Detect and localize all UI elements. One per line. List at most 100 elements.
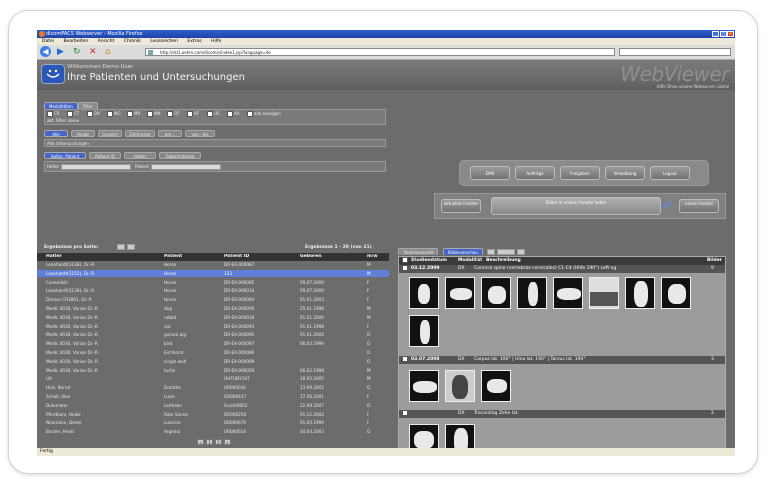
modality-mr[interactable]: MR xyxy=(127,111,140,117)
forward-arrow-icon[interactable]: ▶ xyxy=(57,47,64,57)
date-on-button[interactable]: am... xyxy=(158,130,182,137)
modality-ct[interactable]: CT xyxy=(67,111,79,117)
table-row[interactable]: Leonhardt(3138), Dr.-R. Horse DR-EX-000087… xyxy=(37,261,389,268)
address-bar[interactable]: http://dsl1.oehm.com/dicom/s/index1.jsp?… xyxy=(145,48,615,56)
administration-button[interactable]: Verwaltung xyxy=(605,166,645,180)
checkbox-us[interactable] xyxy=(207,111,213,117)
xray-thumbnail[interactable] xyxy=(409,277,439,309)
xray-thumbnail[interactable] xyxy=(625,277,655,309)
owner-input[interactable] xyxy=(61,164,131,170)
pager-page-2[interactable]: 2 xyxy=(215,439,222,445)
menu-chronik[interactable]: Chronik xyxy=(124,39,141,44)
orders-button[interactable]: Aufträge xyxy=(515,166,555,180)
date-today-button[interactable]: Heute xyxy=(71,130,95,137)
swap-arrows-icon[interactable]: ⇄ xyxy=(663,200,671,211)
col-patient-id[interactable]: Patient ID xyxy=(224,254,249,259)
col-modality[interactable]: Modalität xyxy=(458,257,482,265)
table-row[interactable]: Medic 4030, Varian Dr.-R. Eichhorst DR-EX-… xyxy=(37,349,389,356)
modality-ot[interactable]: OT xyxy=(167,111,180,117)
checkbox-xa[interactable] xyxy=(227,111,233,117)
checkbox-dx[interactable] xyxy=(87,111,93,117)
emr-button[interactable]: EMR xyxy=(470,166,510,180)
preview-size-large[interactable] xyxy=(517,249,525,255)
table-row[interactable]: UA OHTUNY107 18.05.2005 M xyxy=(37,375,389,382)
current-window-button[interactable]: aktuelles Fenster xyxy=(441,199,481,213)
xray-thumbnail[interactable] xyxy=(553,277,583,309)
menu-datei[interactable]: Datei xyxy=(42,39,54,44)
table-row[interactable]: Medic 4030, Varian Dr.-R. rabbit DR-EX-000… xyxy=(37,314,389,321)
search-tab-birthdate[interactable]: Geburtsdatum xyxy=(159,152,201,159)
load-images-button[interactable]: Bilder in neuem Fenster laden xyxy=(491,197,661,215)
col-images[interactable]: Bilder xyxy=(707,257,722,265)
modality-cr[interactable]: CR xyxy=(47,111,60,117)
menu-hilfe[interactable]: Hilfe xyxy=(211,39,221,44)
xray-thumbnail[interactable] xyxy=(661,277,691,309)
col-study-date[interactable]: Studiendatum xyxy=(411,257,447,265)
xray-thumbnail[interactable] xyxy=(409,370,439,402)
modality-xa[interactable]: XA xyxy=(227,111,239,117)
tab-filter[interactable]: Filter xyxy=(78,102,98,109)
tab-modalities[interactable]: Modalitäten xyxy=(44,102,78,109)
study-row[interactable]: DX Trocanting Zehe lat. 2 xyxy=(399,410,725,418)
xray-thumbnail[interactable] xyxy=(409,315,439,347)
search-tab-owner-patient[interactable]: Halter, Patient xyxy=(44,152,86,159)
menu-lesezeichen[interactable]: Lesezeichen xyxy=(150,39,178,44)
checkbox-nm[interactable] xyxy=(147,111,153,117)
study-row[interactable]: 03.12.2009 DX Carvical spine (vertebrae … xyxy=(399,265,725,273)
col-owner[interactable]: Halter xyxy=(46,254,62,259)
releases-button[interactable]: Freigaben xyxy=(560,166,600,180)
reload-icon[interactable]: ↻ xyxy=(73,47,81,57)
results-per-page-go[interactable] xyxy=(127,244,135,250)
table-row[interactable]: Medic 4030, Varian Dr.-R. guinea pig DR-EX… xyxy=(37,331,389,338)
table-row[interactable]: Cavendish Horse DR-EX-000085 09.07.2000 F xyxy=(37,279,389,286)
stop-icon[interactable]: ✕ xyxy=(89,47,97,57)
back-arrow-icon[interactable]: ◀ xyxy=(40,46,51,57)
col-sex[interactable]: m/w xyxy=(367,254,378,259)
preview-size-slider[interactable] xyxy=(497,249,515,255)
modality-dx[interactable]: DX xyxy=(87,111,100,117)
patient-input[interactable] xyxy=(151,164,221,170)
table-row[interactable]: Medic 4030, Varian Dr.-R. turtle DR-EX-000… xyxy=(37,367,389,374)
xray-thumbnail[interactable] xyxy=(517,277,547,309)
checkbox-ct[interactable] xyxy=(67,111,73,117)
xray-thumbnail[interactable] xyxy=(445,277,475,309)
table-row[interactable]: Becker, Heidi Argelna UR000614 04.04.2003 O xyxy=(37,428,389,435)
table-row[interactable]: Leonhardt(3152), Dr.-R. Horse 123 M xyxy=(37,269,389,277)
table-row[interactable]: Medic 4030, Varian Dr.-R. cat DR-EX-000093… xyxy=(37,323,389,330)
tab-image-preview[interactable]: Bildervorschau xyxy=(443,248,483,255)
modality-rf[interactable]: RF xyxy=(187,111,199,117)
table-row[interactable]: Decaro CR3801, Dr.-R. Horse DR-EX-000084 01… xyxy=(37,296,389,303)
date-all-button[interactable]: Alle xyxy=(44,130,68,137)
search-tab-patient-id[interactable]: Patient ID xyxy=(89,152,121,159)
xray-thumbnail[interactable] xyxy=(481,370,511,402)
maximize-button[interactable]: □ xyxy=(720,31,727,37)
brand-subtitle[interactable]: Hilfe Ohne unsere Webserver Lizenz xyxy=(657,84,729,89)
table-row[interactable]: Neumann, Dieter Luzerne UR000679 01.05.1999… xyxy=(37,419,389,426)
modality-us[interactable]: US xyxy=(207,111,219,117)
modality-nm[interactable]: NM xyxy=(147,111,160,117)
checkbox-ot[interactable] xyxy=(167,111,173,117)
preview-size-small[interactable] xyxy=(487,249,495,255)
checkbox-rf[interactable] xyxy=(187,111,193,117)
pager-next[interactable]: » xyxy=(224,439,231,445)
table-row[interactable]: Scholl, Alex Luise GR000437 17.06.2001 F xyxy=(37,393,389,400)
pager-prev[interactable]: « xyxy=(197,439,204,445)
table-row[interactable]: Holz, Bernd Dorothe UR000034 13.09.2002 O xyxy=(37,384,389,391)
table-row[interactable]: Medic 4030, Varian Dr.-R. dog DR-EX-000090… xyxy=(37,305,389,312)
checkbox-all[interactable] xyxy=(247,111,253,117)
checkbox-mr[interactable] xyxy=(127,111,133,117)
modality-all[interactable]: alle anzeigen xyxy=(247,111,281,117)
table-row[interactable]: Pferdham, Heike Rote Sonne DR000256 01.12.2… xyxy=(37,411,389,418)
date-yesterday-button[interactable]: Gestern xyxy=(98,130,122,137)
modality-mg[interactable]: MG xyxy=(107,111,121,117)
table-row[interactable]: Leonhardt(3138), Dr.-R. Horse DR-EX-000034… xyxy=(37,287,389,294)
pager-page-1[interactable]: 1 xyxy=(206,439,213,445)
search-tab-owner[interactable]: Halter xyxy=(124,152,156,159)
home-icon[interactable]: ⌂ xyxy=(105,47,111,57)
new-window-button[interactable]: neues Fenster xyxy=(679,199,719,213)
date-range-button[interactable]: von - bis xyxy=(185,130,215,137)
checkbox-cr[interactable] xyxy=(47,111,53,117)
checkbox-mg[interactable] xyxy=(107,111,113,117)
results-per-page-select[interactable] xyxy=(117,244,125,250)
menu-bearbeiten[interactable]: Bearbeiten xyxy=(63,39,88,44)
